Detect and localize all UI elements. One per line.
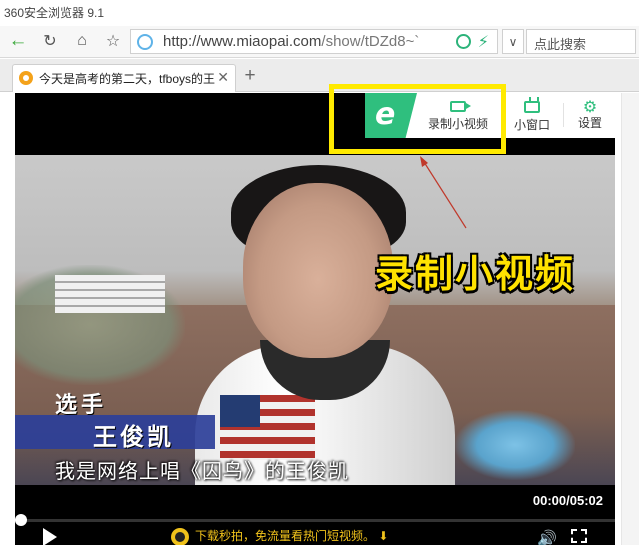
title-bar: 360安全浏览器 9.1 xyxy=(0,0,639,26)
tv-icon xyxy=(524,97,540,113)
video-building xyxy=(55,275,165,313)
miaopai-favicon-icon xyxy=(19,71,33,85)
divider xyxy=(563,103,564,127)
browser-toolbar: ← ↻ ⌂ ☆ http://www.miaopai.com/show/tDZd… xyxy=(0,26,639,58)
mini-window-button[interactable]: 小窗口 xyxy=(505,93,559,138)
promo-text: 下载秒拍，免流量看热门短视频。 xyxy=(195,529,376,543)
overlay-annotation-text: 录制小视频 xyxy=(375,254,576,296)
search-input[interactable]: 点此搜索 xyxy=(526,29,636,54)
annotation-highlight-box xyxy=(329,84,506,154)
url-path: /show/tDZd8~` xyxy=(321,33,420,50)
chevron-down-icon[interactable]: ∨ xyxy=(502,29,524,54)
miaopai-app-icon xyxy=(171,527,189,545)
reload-icon[interactable]: ↻ xyxy=(38,29,62,53)
back-arrow-icon[interactable]: ← xyxy=(6,29,30,53)
progress-bar[interactable] xyxy=(15,514,615,526)
download-arrow-icon: ⬇ xyxy=(378,529,389,543)
tab-title: 今天是高考的第二天，tfboys的王 xyxy=(39,72,216,86)
video-subtitle: 我是网络上唱《囚鸟》的王俊凯 xyxy=(55,461,349,483)
settings-label: 设置 xyxy=(577,116,602,130)
video-frame[interactable]: 选手 王俊凯 我是网络上唱《囚鸟》的王俊凯 录制小视频 xyxy=(15,155,615,485)
settings-button[interactable]: ⚙ 设置 xyxy=(565,93,615,138)
url-text[interactable]: http://www.miaopai.com/show/tDZd8~` xyxy=(163,33,453,50)
speed-mode-icon[interactable]: ⚡ xyxy=(478,32,489,52)
site-globe-icon xyxy=(137,34,153,50)
fullscreen-icon[interactable] xyxy=(571,529,587,543)
video-person-face xyxy=(243,183,393,358)
close-icon[interactable]: ✕ xyxy=(217,69,229,86)
mini-window-label: 小窗口 xyxy=(513,118,550,132)
url-host: http://www.miaopai.com xyxy=(163,33,322,50)
progress-knob[interactable] xyxy=(15,514,27,526)
video-player[interactable]: 选手 王俊凯 我是网络上唱《囚鸟》的王俊凯 录制小视频 e 录制小视频 小窗口 … xyxy=(15,93,615,545)
video-shirt-flag xyxy=(220,395,315,460)
address-bar[interactable]: http://www.miaopai.com/show/tDZd8~` ⚡ xyxy=(130,29,498,54)
window-title: 360安全浏览器 9.1 xyxy=(4,6,105,20)
tab-active[interactable]: 今天是高考的第二天，tfboys的王 ✕ xyxy=(12,64,236,92)
video-blurred-logo xyxy=(455,410,575,480)
player-controls: 00:00/05:02 下载秒拍，免流量看热门短视频。 ⬇ 🔊 xyxy=(15,485,615,545)
security-shield-icon[interactable] xyxy=(456,34,471,49)
home-icon[interactable]: ⌂ xyxy=(70,29,94,53)
star-icon[interactable]: ☆ xyxy=(101,29,125,53)
scrollbar[interactable] xyxy=(621,93,639,545)
new-tab-button[interactable]: + xyxy=(240,66,260,87)
search-placeholder: 点此搜索 xyxy=(534,37,587,52)
caption-label: 选手 xyxy=(55,392,108,417)
time-display: 00:00/05:02 xyxy=(532,493,603,508)
caption-name: 王俊凯 xyxy=(93,424,174,451)
tab-strip: 今天是高考的第二天，tfboys的王 ✕ + xyxy=(0,59,639,92)
play-icon[interactable] xyxy=(43,528,57,545)
gear-icon: ⚙ xyxy=(582,99,598,116)
promo-link[interactable]: 下载秒拍，免流量看热门短视频。 ⬇ xyxy=(171,527,388,545)
volume-icon[interactable]: 🔊 xyxy=(537,529,557,545)
